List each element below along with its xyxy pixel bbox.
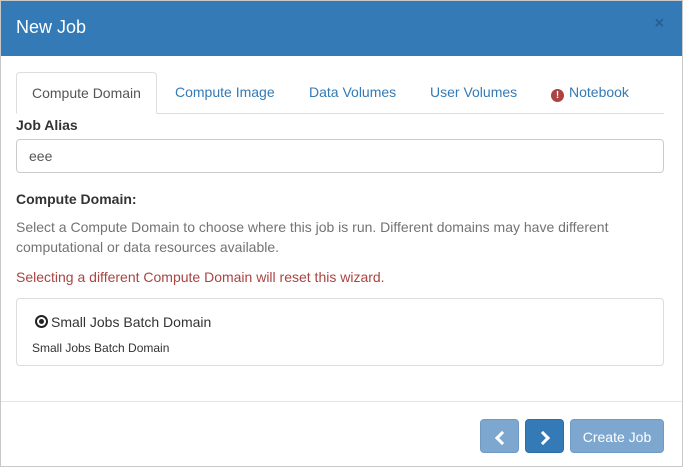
reset-warning: Selecting a different Compute Domain wil…: [16, 269, 385, 285]
new-job-dialog: New Job × Compute Domain Compute Image D…: [0, 0, 683, 467]
tab-compute-domain[interactable]: Compute Domain: [16, 72, 157, 114]
job-alias-label: Job Alias: [16, 117, 78, 133]
job-alias-input[interactable]: [16, 139, 664, 173]
chevron-right-icon: [535, 430, 550, 446]
tab-data-volumes[interactable]: Data Volumes: [294, 72, 411, 113]
tab-notebook-label: Notebook: [569, 84, 629, 100]
tab-notebook[interactable]: ! Notebook: [536, 72, 644, 113]
previous-button[interactable]: [480, 419, 519, 453]
close-icon[interactable]: ×: [655, 15, 664, 33]
dialog-title: New Job: [16, 17, 87, 37]
domain-option-description: Small Jobs Batch Domain: [32, 341, 170, 355]
dialog-footer: Create Job: [1, 401, 682, 468]
dialog-header: New Job ×: [1, 1, 682, 56]
next-button[interactable]: [525, 419, 564, 453]
tab-compute-image[interactable]: Compute Image: [160, 72, 290, 113]
domain-option-panel[interactable]: Small Jobs Batch Domain Small Jobs Batch…: [16, 298, 664, 366]
domain-option-name: Small Jobs Batch Domain: [51, 314, 212, 330]
exclamation-circle-icon: !: [551, 89, 564, 102]
compute-domain-heading: Compute Domain:: [16, 191, 137, 207]
compute-domain-help: Select a Compute Domain to choose where …: [16, 219, 609, 255]
domain-radio-selected[interactable]: [35, 315, 48, 328]
chevron-left-icon: [494, 430, 509, 446]
tab-user-volumes[interactable]: User Volumes: [415, 72, 532, 113]
wizard-tabs: Compute Domain Compute Image Data Volume…: [16, 72, 664, 114]
create-job-button[interactable]: Create Job: [570, 419, 664, 453]
